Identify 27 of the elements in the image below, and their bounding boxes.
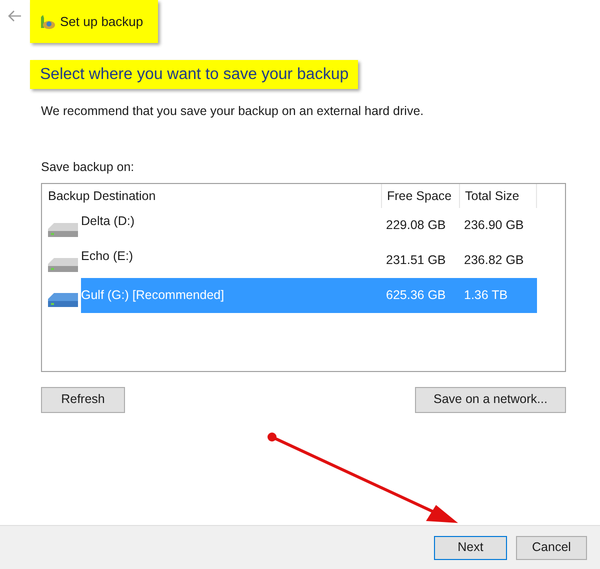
table-cell-text: 625.36 GB	[385, 286, 447, 304]
drive-name: Delta (D:)	[81, 212, 136, 230]
destination-row[interactable]: Echo (E:) 231.51 GB 236.82 GB	[81, 242, 537, 278]
drive-icon	[47, 291, 79, 309]
back-arrow-icon[interactable]	[8, 10, 22, 22]
column-header[interactable]: Free Space	[381, 184, 459, 208]
save-on-network-button[interactable]: Save on a network...	[415, 386, 566, 412]
refresh-button[interactable]: Refresh	[41, 386, 125, 412]
drive-name: Echo (E:)	[81, 248, 134, 265]
description-text: We recommend that you save your backup on an external hard drive.	[41, 103, 425, 120]
table-cell-text: 1.36 TB	[463, 286, 509, 304]
destination-row[interactable]: Delta (D:) 229.08 GB 236.90 GB	[81, 208, 537, 242]
drive-icon	[47, 221, 79, 239]
window-title: Set up backup	[60, 12, 144, 31]
cancel-button[interactable]: Cancel	[516, 536, 587, 560]
list-label: Save backup on:	[41, 158, 136, 176]
backup-icon	[38, 14, 56, 30]
table-cell-text: 231.51 GB	[385, 252, 447, 269]
drive-icon	[47, 256, 79, 274]
column-header[interactable]: Total Size	[459, 184, 537, 208]
next-button[interactable]: Next	[434, 536, 507, 560]
table-cell-text: 236.82 GB	[463, 252, 525, 269]
drive-name: Gulf (G:) [Recommended]	[81, 286, 226, 304]
table-cell-text: 229.08 GB	[385, 216, 447, 234]
table-cell-text: 236.90 GB	[463, 216, 525, 234]
page-heading: Select where you want to save your backup	[30, 60, 358, 89]
column-header[interactable]: Backup Destination	[42, 184, 381, 208]
